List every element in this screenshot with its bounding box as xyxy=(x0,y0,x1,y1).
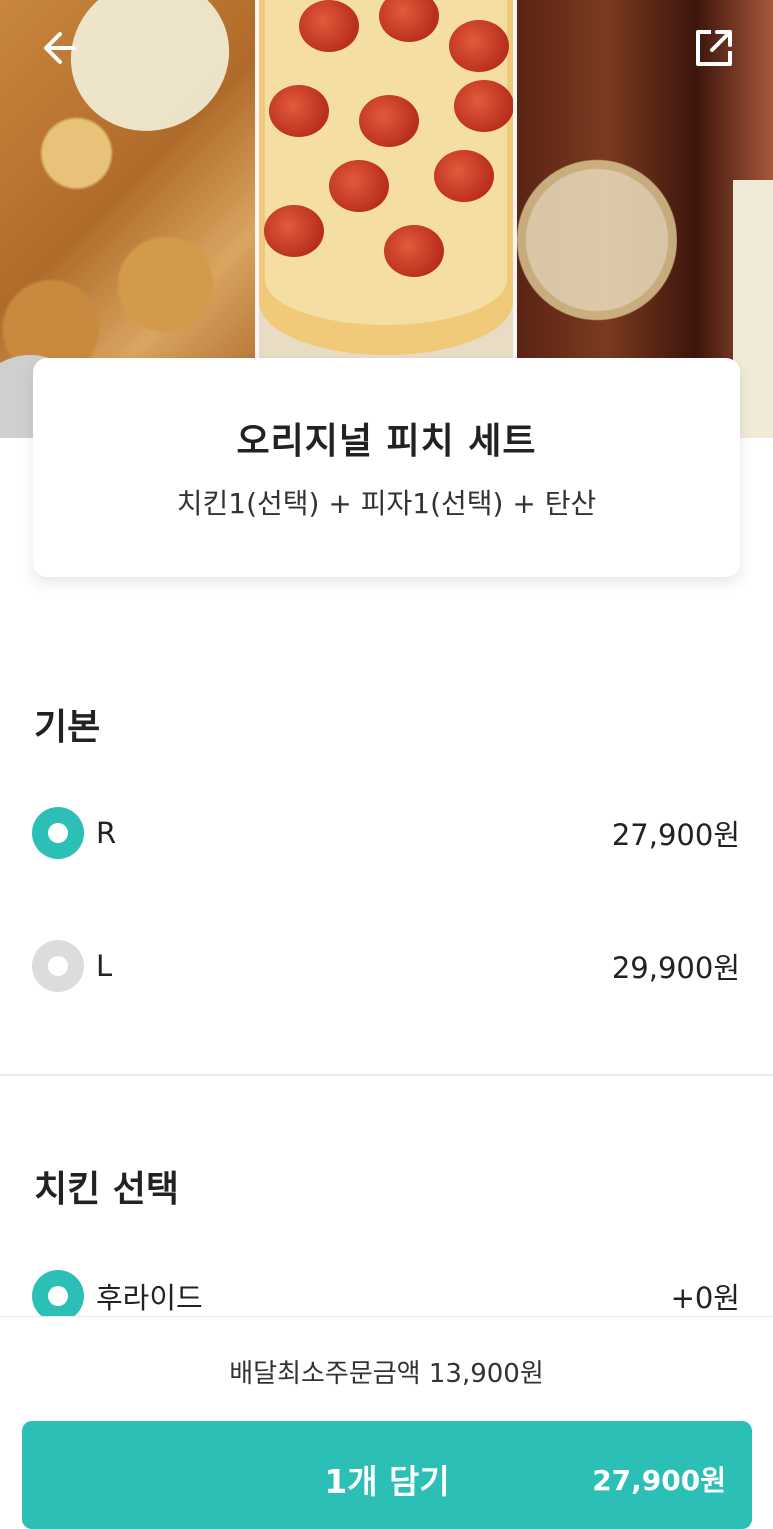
option-label: 후라이드 xyxy=(96,1281,203,1315)
menu-title: 오리지널 피치 세트 xyxy=(236,421,537,462)
add-to-cart-button[interactable]: 1개 담기 27,900원 xyxy=(22,1421,752,1529)
external-share-icon xyxy=(696,30,732,66)
menu-detail-page: 오리지널 피치 세트 치킨1(선택) + 피자1(선택) + 탄산 기본 R 2… xyxy=(0,0,773,1529)
add-to-cart-price: 27,900원 xyxy=(592,1464,726,1497)
arrow-left-icon xyxy=(44,32,76,64)
radio-selected[interactable] xyxy=(32,1270,84,1322)
option-size-r[interactable]: R 27,900원 xyxy=(32,803,740,863)
option-label: L xyxy=(96,949,113,983)
min-order-amount: 배달최소주문금액 13,900원 xyxy=(229,1359,544,1389)
option-price: 29,900원 xyxy=(611,951,740,985)
menu-description: 치킨1(선택) + 피자1(선택) + 탄산 xyxy=(176,487,597,520)
option-size-l[interactable]: L 29,900원 xyxy=(32,936,740,996)
menu-info-card: 오리지널 피치 세트 치킨1(선택) + 피자1(선택) + 탄산 xyxy=(33,358,740,577)
share-button[interactable] xyxy=(690,24,738,72)
radio-unselected[interactable] xyxy=(32,940,84,992)
section-title-basic: 기본 xyxy=(34,707,101,748)
radio-selected[interactable] xyxy=(32,807,84,859)
back-button[interactable] xyxy=(36,24,84,72)
section-title-chicken: 치킨 선택 xyxy=(34,1169,180,1210)
section-divider xyxy=(0,1074,773,1076)
bottom-order-bar: 배달최소주문금액 13,900원 1개 담기 27,900원 xyxy=(0,1316,773,1529)
option-label: R xyxy=(96,816,117,850)
option-price: 27,900원 xyxy=(611,818,740,852)
option-price: +0원 xyxy=(670,1281,740,1315)
